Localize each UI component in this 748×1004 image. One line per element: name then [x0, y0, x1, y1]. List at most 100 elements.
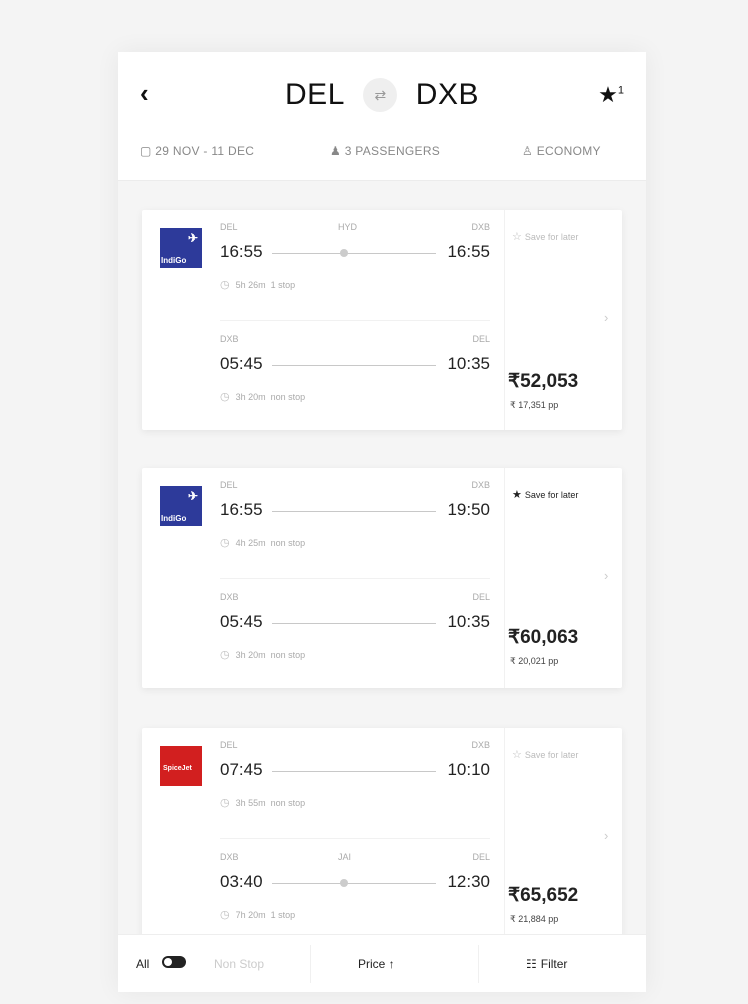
outbound-leg: DEL DXB 07:45 10:10 ◷ 3h 55m non stop — [220, 740, 490, 835]
stops-text: non stop — [270, 538, 306, 548]
star-outline-icon: ☆ — [512, 749, 522, 761]
route-line — [272, 253, 436, 254]
duration-info: ◷ 4h 25m non stop — [220, 536, 305, 549]
nonstop-label[interactable]: Non Stop — [214, 957, 264, 971]
saved-flights-button[interactable]: ★1 — [598, 82, 624, 108]
star-filled-icon: ★ — [512, 489, 522, 501]
duration-text: 3h 55m — [235, 798, 266, 808]
search-summary: ▢ 29 NOV - 11 DEC ♟ 3 PASSENGERS ♙ ECONO… — [118, 138, 646, 168]
search-header: ‹ DEL ⇄ DXB ★1 ▢ 29 NOV - 11 DEC ♟ 3 PAS… — [118, 52, 646, 180]
bar-divider — [310, 945, 311, 983]
duration-text: 5h 26m — [235, 280, 266, 290]
cabin-filter[interactable]: ♙ ECONOMY — [522, 144, 601, 158]
passengers-filter[interactable]: ♟ 3 PASSENGERS — [330, 144, 440, 158]
leg-to-code: DEL — [472, 592, 490, 602]
route-line — [272, 511, 436, 512]
app-screen: ‹ DEL ⇄ DXB ★1 ▢ 29 NOV - 11 DEC ♟ 3 PAS… — [118, 52, 646, 992]
route-title: DEL ⇄ DXB — [118, 78, 646, 112]
airline-logo-text: IndiGo — [161, 514, 187, 523]
duration-text: 3h 20m — [235, 392, 266, 402]
chevron-right-icon[interactable]: › — [604, 310, 608, 325]
duration-info: ◷ 3h 20m non stop — [220, 390, 305, 403]
leg-to-code: DXB — [471, 480, 490, 490]
airline-logo-text: IndiGo — [161, 256, 187, 265]
swap-icon[interactable]: ⇄ — [363, 78, 398, 112]
chevron-right-icon[interactable]: › — [604, 568, 608, 583]
clock-icon: ◷ — [220, 279, 230, 291]
price-divider — [504, 468, 505, 688]
arrival-time: 12:30 — [447, 872, 490, 891]
arrival-time: 10:10 — [447, 760, 490, 779]
passengers-label: 3 PASSENGERS — [344, 144, 441, 158]
duration-text: 4h 25m — [235, 538, 266, 548]
inbound-leg: DXB JAI DEL 03:40 12:30 ◷ 7h 20m 1 stop — [220, 852, 490, 947]
price-divider — [504, 728, 505, 948]
per-person-price: ₹ 21,884 pp — [510, 914, 559, 924]
leg-from-code: DXB — [220, 334, 239, 344]
duration-info: ◷ 5h 26m 1 stop — [220, 278, 295, 291]
flight-card[interactable]: SpiceJet DEL DXB 07:45 10:10 ◷ 3h 55m non… — [142, 728, 622, 948]
nonstop-toggle[interactable] — [162, 956, 186, 968]
save-label: Save for later — [524, 490, 579, 500]
flight-card[interactable]: ✈ IndiGo DEL DXB 16:55 19:50 ◷ 4h 25m non… — [142, 468, 622, 688]
departure-time: 16:55 — [220, 242, 263, 261]
leg-from-code: DEL — [220, 222, 238, 232]
clock-icon: ◷ — [220, 649, 230, 661]
dates-filter[interactable]: ▢ 29 NOV - 11 DEC — [140, 144, 254, 158]
departure-time: 07:45 — [220, 760, 263, 779]
total-price: ₹60,063 — [508, 627, 579, 648]
leg-to-code: DXB — [471, 222, 490, 232]
save-for-later-button[interactable]: ☆ Save for later — [512, 748, 578, 761]
airline-logo: ✈ IndiGo — [160, 228, 202, 268]
all-label: All — [136, 957, 150, 971]
total-price: ₹52,053 — [508, 371, 579, 392]
total-price: ₹65,652 — [508, 885, 579, 906]
save-for-later-button[interactable]: ☆ Save for later — [512, 230, 578, 243]
filter-icon: ☷ — [526, 957, 537, 971]
cabin-label: ECONOMY — [536, 144, 601, 158]
leg-divider — [220, 320, 490, 321]
origin-code[interactable]: DEL — [285, 78, 345, 111]
stops-text: non stop — [270, 650, 306, 660]
star-icon: ★ — [598, 82, 618, 107]
sort-price-button[interactable]: Price ↑ — [358, 957, 395, 971]
departure-time: 16:55 — [220, 500, 263, 519]
duration-info: ◷ 7h 20m 1 stop — [220, 908, 295, 921]
dates-label: 29 NOV - 11 DEC — [155, 144, 255, 158]
leg-to-code: DXB — [471, 740, 490, 750]
duration-text: 7h 20m — [235, 910, 266, 920]
inbound-leg: DXB DEL 05:45 10:35 ◷ 3h 20m non stop — [220, 592, 490, 687]
arrival-time: 10:35 — [447, 354, 490, 373]
stops-text: 1 stop — [270, 280, 296, 290]
save-label: Save for later — [524, 232, 579, 242]
filter-button[interactable]: ☷ Filter — [526, 957, 567, 971]
stop-dot — [340, 249, 348, 257]
leg-divider — [220, 578, 490, 579]
price-divider — [504, 210, 505, 430]
bottom-action-bar: All Non Stop Price ↑ ☷ Filter — [118, 934, 646, 992]
departure-time: 03:40 — [220, 872, 263, 891]
save-label: Save for later — [524, 750, 579, 760]
leg-via-code: JAI — [338, 852, 352, 862]
flight-card[interactable]: ✈ IndiGo DEL HYD DXB 16:55 16:55 ◷ 5h 26m… — [142, 210, 622, 430]
save-for-later-button[interactable]: ★ Save for later — [512, 488, 578, 501]
arrival-time: 19:50 — [447, 500, 490, 519]
clock-icon: ◷ — [220, 391, 230, 403]
airline-logo-text: SpiceJet — [163, 765, 192, 772]
chevron-right-icon[interactable]: › — [604, 828, 608, 843]
stops-text: non stop — [270, 798, 306, 808]
leg-from-code: DEL — [220, 740, 238, 750]
route-line — [272, 623, 436, 624]
route-line — [272, 365, 436, 366]
outbound-leg: DEL DXB 16:55 19:50 ◷ 4h 25m non stop — [220, 480, 490, 575]
duration-info: ◷ 3h 20m non stop — [220, 648, 305, 661]
leg-from-code: DXB — [220, 852, 239, 862]
departure-time: 05:45 — [220, 612, 263, 631]
outbound-leg: DEL HYD DXB 16:55 16:55 ◷ 5h 26m 1 stop — [220, 222, 490, 317]
leg-from-code: DXB — [220, 592, 239, 602]
departure-time: 05:45 — [220, 354, 263, 373]
inbound-leg: DXB DEL 05:45 10:35 ◷ 3h 20m non stop — [220, 334, 490, 429]
stop-dot — [340, 879, 348, 887]
destination-code[interactable]: DXB — [416, 78, 479, 111]
saved-count-badge: 1 — [617, 84, 624, 97]
